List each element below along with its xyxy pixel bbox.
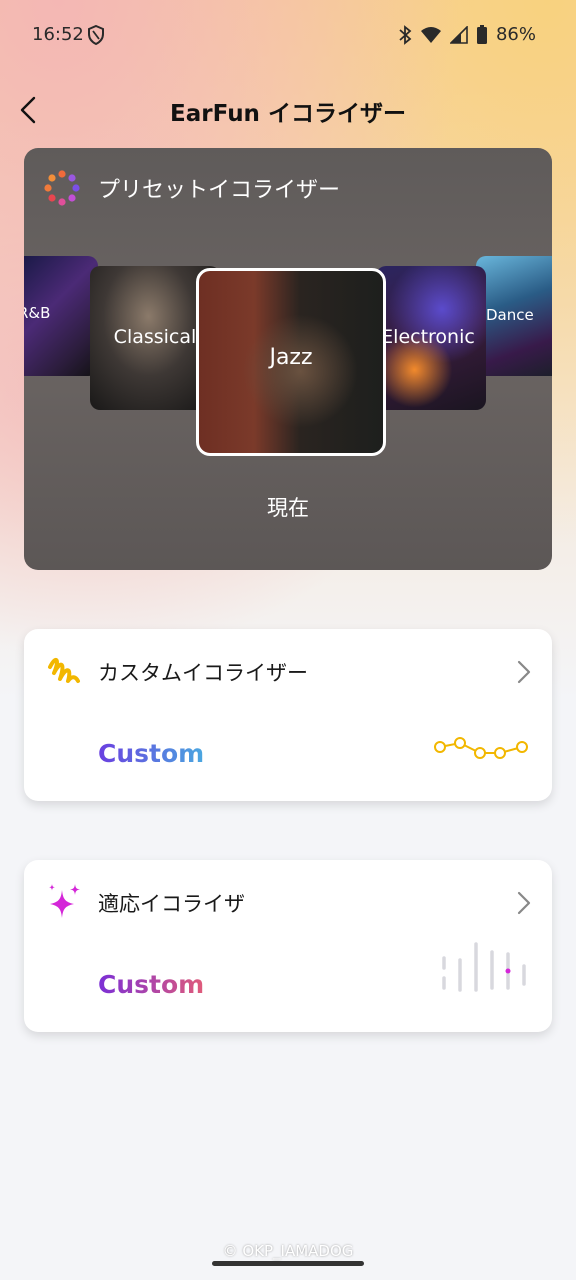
preset-name: Jazz xyxy=(269,345,313,370)
preset-equalizer-card: プリセットイコライザー R&B Classical Dance Electron… xyxy=(24,148,552,570)
preset-card-jazz-selected[interactable]: Jazz xyxy=(196,268,386,456)
page-title: EarFun イコライザー xyxy=(170,101,406,127)
home-indicator[interactable] xyxy=(212,1261,364,1266)
adaptive-equalizer-label: 適応イコライザ xyxy=(98,892,245,916)
preset-card-electronic[interactable]: Electronic xyxy=(376,266,486,410)
adaptive-equalizer-value: Custom xyxy=(98,970,205,999)
preset-card-rnb[interactable]: R&B xyxy=(24,256,98,376)
shield-icon xyxy=(88,25,104,45)
scribble-icon xyxy=(48,657,80,683)
preset-name: Electronic xyxy=(381,326,475,348)
signal-icon xyxy=(449,25,468,44)
preset-card-dance[interactable]: Dance xyxy=(476,256,552,376)
watermark: © OKP_IAMADOG xyxy=(222,1242,354,1260)
battery-icon xyxy=(476,24,487,44)
eq-curve-icon xyxy=(434,737,528,759)
current-preset-label: 現在 xyxy=(267,496,309,520)
preset-name: R&B xyxy=(24,304,51,322)
preset-dots-icon xyxy=(44,170,80,206)
status-bar: 16:52 86% xyxy=(0,0,576,70)
preset-header: プリセットイコライザー xyxy=(44,170,340,206)
custom-equalizer-value: Custom xyxy=(98,739,205,768)
preset-equalizer-label: プリセットイコライザー xyxy=(98,178,341,203)
status-time: 16:52 xyxy=(32,24,84,45)
bluetooth-icon xyxy=(399,24,412,45)
chevron-right-icon xyxy=(517,891,531,915)
custom-equalizer-card[interactable]: カスタムイコライザー Custom xyxy=(24,629,552,801)
battery-percent: 86% xyxy=(495,24,536,45)
chevron-right-icon xyxy=(517,660,531,684)
preset-name: Dance xyxy=(486,306,534,324)
sound-wave-icon xyxy=(442,942,526,992)
sparkle-icon xyxy=(49,884,80,918)
wifi-icon xyxy=(420,26,441,43)
custom-equalizer-label: カスタムイコライザー xyxy=(98,661,308,685)
adaptive-equalizer-card[interactable]: 適応イコライザ Custom xyxy=(24,860,552,1032)
